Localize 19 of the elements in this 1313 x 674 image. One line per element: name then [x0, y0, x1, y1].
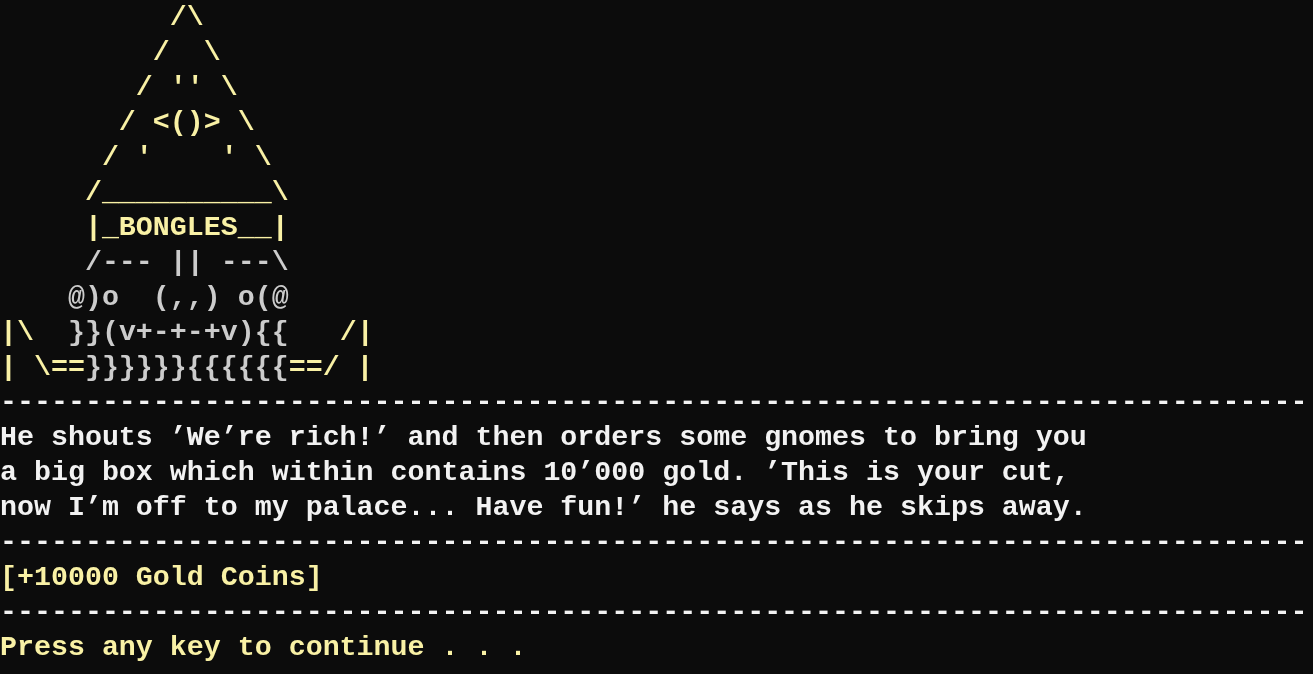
divider-line: -----------------------------------------------------------------------------: [0, 525, 1308, 560]
narration-text: He shouts ’We’re rich!’ and then orders some gnomes to bring you: [0, 420, 1087, 455]
divider-line: -----------------------------------------------------------------------------: [0, 595, 1308, 630]
ascii-art-line: |\ }}(v+-+-+v){{ /|: [0, 315, 374, 350]
ascii-art-line: |_BONGLES__|: [83, 210, 289, 245]
ascii-art-line: / ' ' \: [100, 140, 272, 175]
ascii-art-line: @)o (,,) o(@: [66, 280, 289, 315]
ascii-art-line: /--- || ---\: [83, 245, 289, 280]
ascii-art-line: /\: [168, 0, 204, 35]
ascii-art-line: / \: [151, 35, 221, 70]
divider-line: -----------------------------------------------------------------------------: [0, 385, 1308, 420]
ascii-art-line: / '' \: [134, 70, 238, 105]
reward-text: [+10000 Gold Coins]: [0, 560, 323, 595]
ascii-art-line: / <()> \: [117, 105, 255, 140]
continue-prompt: Press any key to continue . . .: [0, 630, 527, 665]
narration-text: a big box which within contains 10’000 gold. ’This is your cut,: [0, 455, 1070, 490]
narration-text: now I’m off to my palace... Have fun!’ he says as he skips away.: [0, 490, 1087, 525]
ascii-art-line: | \==}}}}}}{{{{{{==/ |: [0, 350, 374, 385]
ascii-art-line: /__________\: [83, 175, 289, 210]
